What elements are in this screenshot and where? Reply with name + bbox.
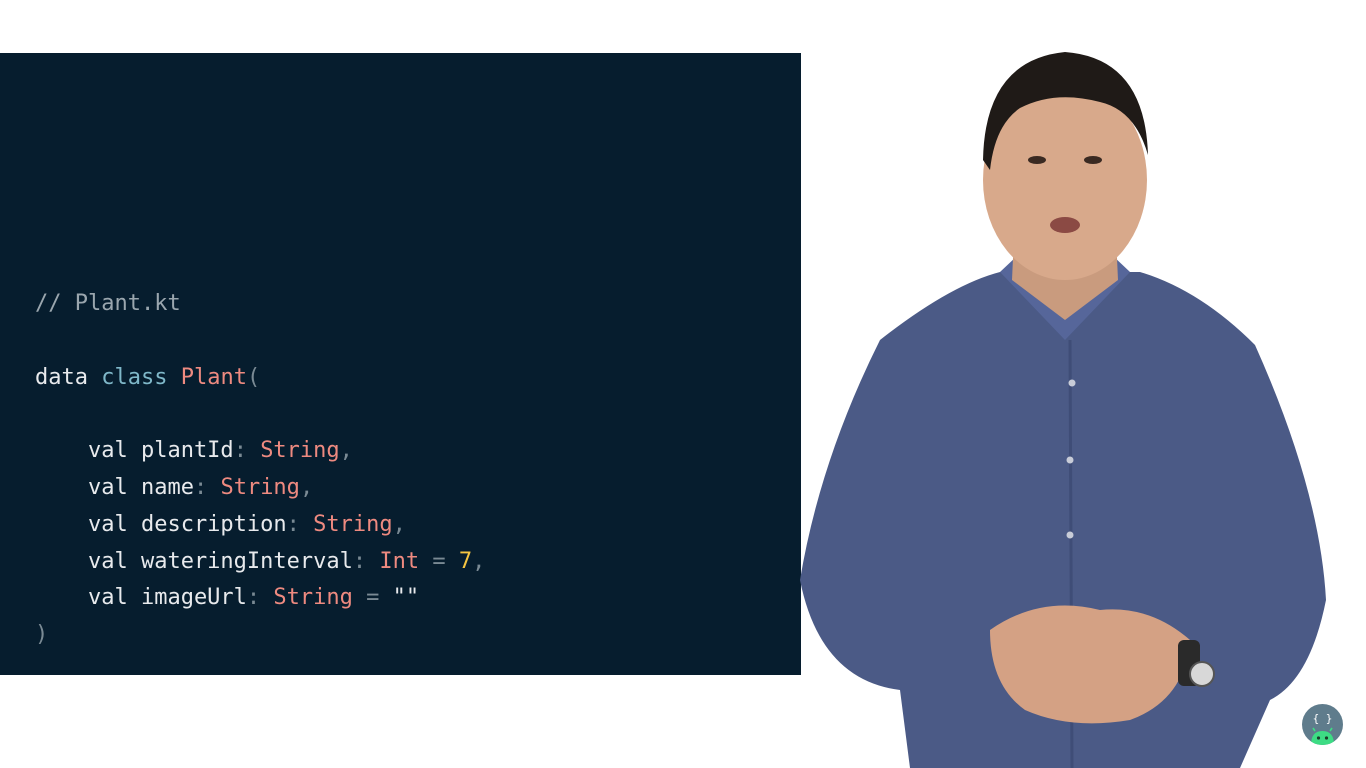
code-token: "" [392,585,420,610]
code-line-class-declaration: data class Plant( [35,363,260,393]
code-token: val description [35,512,287,537]
code-token: : [193,475,221,500]
code-token: String [313,512,393,537]
code-token: 7 [458,549,473,574]
code-token: Plant [180,365,247,390]
code-line-plant-id: val plantId: String, [35,436,353,466]
code-panel: // Plant.kt data class Plant( val plantI… [0,53,801,675]
code-line-description: val description: String, [35,510,406,540]
badge-braces-text: { } [1313,712,1333,725]
code-token: String [220,475,300,500]
code-token: = [419,549,459,574]
code-token: : [233,438,261,463]
code-line-watering-interval: val wateringInterval: Int = 7, [35,547,485,577]
code-token: // Plant.kt [35,291,181,316]
code-token: , [472,549,486,574]
android-developers-badge: { } [1302,704,1343,745]
code-line-name: val name: String, [35,473,313,503]
code-token: String [260,438,340,463]
code-token: val wateringInterval [35,549,353,574]
code-token: val imageUrl [35,585,247,610]
code-line-closing-paren: ) [35,620,48,650]
presenter-figure [800,52,1326,768]
code-token: : [246,585,274,610]
android-braces-icon: { } [1311,712,1334,745]
code-token: val name [35,475,194,500]
code-token: : [352,549,380,574]
code-token: , [392,512,406,537]
code-line-image-url: val imageUrl: String = "" [35,583,419,613]
code-token: Int [379,549,420,574]
code-token: ( [246,365,261,390]
code-token: data [35,365,102,390]
code-token: ) [35,622,49,647]
code-token: class [101,365,181,390]
code-token: val plantId [35,438,234,463]
code-token: , [339,438,353,463]
code-token: : [286,512,314,537]
code-token: = [352,585,393,610]
code-token: , [299,475,314,500]
presenter-video [800,40,1366,768]
code-line-comment: // Plant.kt [35,289,181,319]
code-token: String [273,585,353,610]
